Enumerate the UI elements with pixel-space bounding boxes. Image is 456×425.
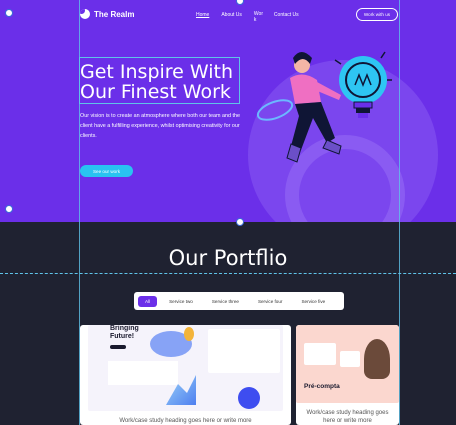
hero-title-line1: Get Inspire With (80, 61, 234, 83)
resize-handle-bottom[interactable] (236, 218, 244, 226)
card-caption: Work/case study heading goes here or wri… (119, 418, 252, 424)
resize-handle-top[interactable] (5, 9, 13, 17)
tab-service-five[interactable]: Service five (294, 296, 332, 307)
nav-item-home[interactable]: Home (196, 12, 209, 23)
portfolio-tabs: All Service two Service three Service fo… (134, 292, 344, 310)
mock-widget (304, 343, 336, 365)
nav-item-contact[interactable]: Contact Us (274, 12, 299, 23)
mock-shape (184, 327, 194, 341)
hero-illustration (256, 51, 392, 163)
card-preview: Pré-compta (296, 325, 399, 403)
nav-item-work[interactable]: Wor k (254, 11, 263, 23)
resize-handle-left[interactable] (5, 205, 13, 213)
mock-widget (340, 351, 360, 367)
card-preview: Bringing Future! (88, 325, 283, 411)
brand-logo[interactable]: The Realm (80, 9, 134, 19)
card-mock-heading: Bringing Future! (110, 325, 139, 340)
hero-section: The Realm Home About Us Wor k Contact Us… (0, 0, 456, 222)
mock-person (364, 339, 390, 379)
hero-title-line2: Our Finest Work (80, 81, 231, 103)
work-with-us-button[interactable]: Work with us (356, 8, 398, 21)
see-our-work-button[interactable]: See our work (80, 165, 133, 177)
card-caption: Work/case study heading goes here or wri… (306, 410, 389, 424)
mock-stats (108, 361, 178, 385)
hero-description: Our vision is to create an atmosphere wh… (80, 113, 241, 139)
lightbulb-icon (334, 51, 392, 118)
nav-item-about[interactable]: About Us (221, 12, 242, 23)
portfolio-title: Our Portflio (168, 246, 288, 270)
guide-line-horizontal (0, 273, 456, 274)
portfolio-card[interactable]: Bringing Future! Work/case study heading… (80, 325, 291, 425)
brand-name: The Realm (94, 9, 135, 19)
logo-icon (80, 9, 90, 19)
hero-title: Get Inspire With Our Finest Work (80, 62, 280, 102)
person-illustration (256, 52, 342, 163)
mock-button (110, 345, 126, 349)
portfolio-card[interactable]: Pré-compta Work/case study heading goes … (296, 325, 399, 425)
mock-panel (208, 329, 280, 373)
tab-service-three[interactable]: Service three (205, 296, 246, 307)
tab-service-four[interactable]: Service four (251, 296, 290, 307)
main-nav: Home About Us Wor k Contact Us (196, 11, 311, 23)
tab-all[interactable]: All (138, 295, 158, 307)
mock-avatar (238, 387, 260, 409)
tab-service-two[interactable]: Service two (162, 296, 200, 307)
guide-line-right (399, 0, 400, 425)
card-mock-heading: Pré-compta (304, 383, 340, 390)
